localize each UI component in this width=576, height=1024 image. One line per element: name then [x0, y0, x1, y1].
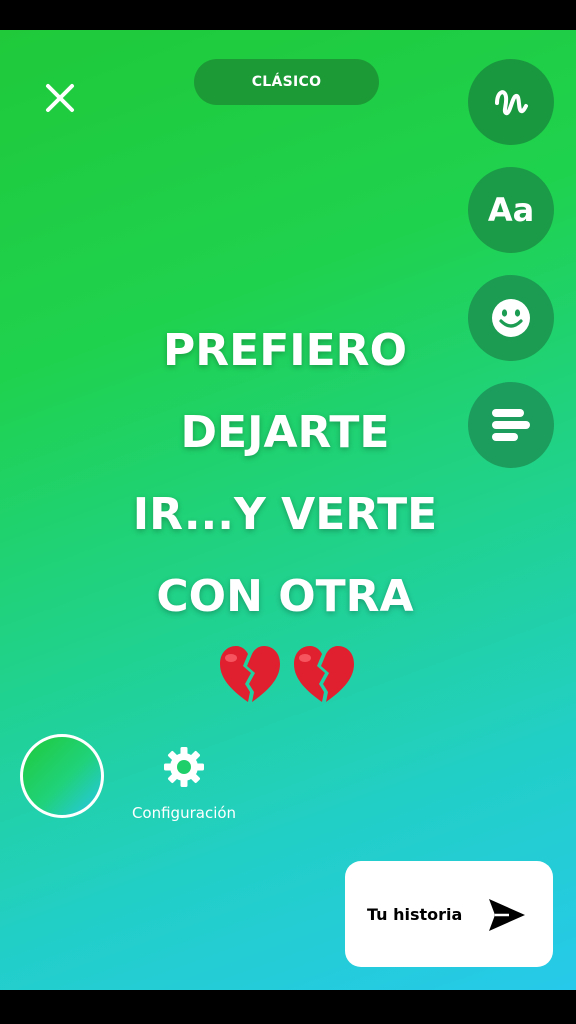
background-color-picker[interactable] — [20, 734, 104, 818]
story-canvas[interactable]: CLÁSICO Aa PREFIERO DEJARTE IR...Y VERTE… — [0, 30, 576, 990]
emoji-row — [212, 642, 362, 712]
draw-tool-button[interactable] — [468, 59, 554, 145]
story-text-line: PREFIERO — [163, 325, 407, 376]
send-to-your-story-button[interactable]: Tu historia — [345, 861, 553, 967]
broken-heart-emoji — [220, 646, 280, 702]
story-text-block[interactable]: PREFIERO DEJARTE IR...Y VERTE CON OTRA — [80, 310, 490, 638]
settings-button[interactable]: Configuración — [118, 744, 250, 840]
mode-selector-pill[interactable]: CLÁSICO — [194, 59, 379, 105]
story-text-line: CON OTRA — [156, 571, 414, 622]
status-bar-area — [0, 0, 576, 30]
smiley-face-icon — [492, 299, 530, 337]
text-aa-icon: Aa — [487, 191, 535, 229]
send-label: Tu historia — [367, 904, 463, 924]
broken-heart-emoji — [294, 646, 354, 702]
settings-label: Configuración — [131, 804, 237, 822]
gear-icon — [164, 747, 204, 787]
story-text-line: IR...Y VERTE — [132, 489, 438, 540]
story-text-line: DEJARTE — [180, 407, 390, 458]
squiggle-draw-icon — [495, 90, 528, 115]
mode-label: CLÁSICO — [251, 74, 322, 90]
text-align-icon — [492, 409, 530, 441]
text-tool-button[interactable]: Aa — [468, 167, 554, 253]
send-arrow-icon — [489, 899, 525, 931]
navigation-bar-area — [0, 990, 576, 1024]
close-button[interactable] — [36, 74, 84, 122]
close-icon — [46, 84, 74, 112]
